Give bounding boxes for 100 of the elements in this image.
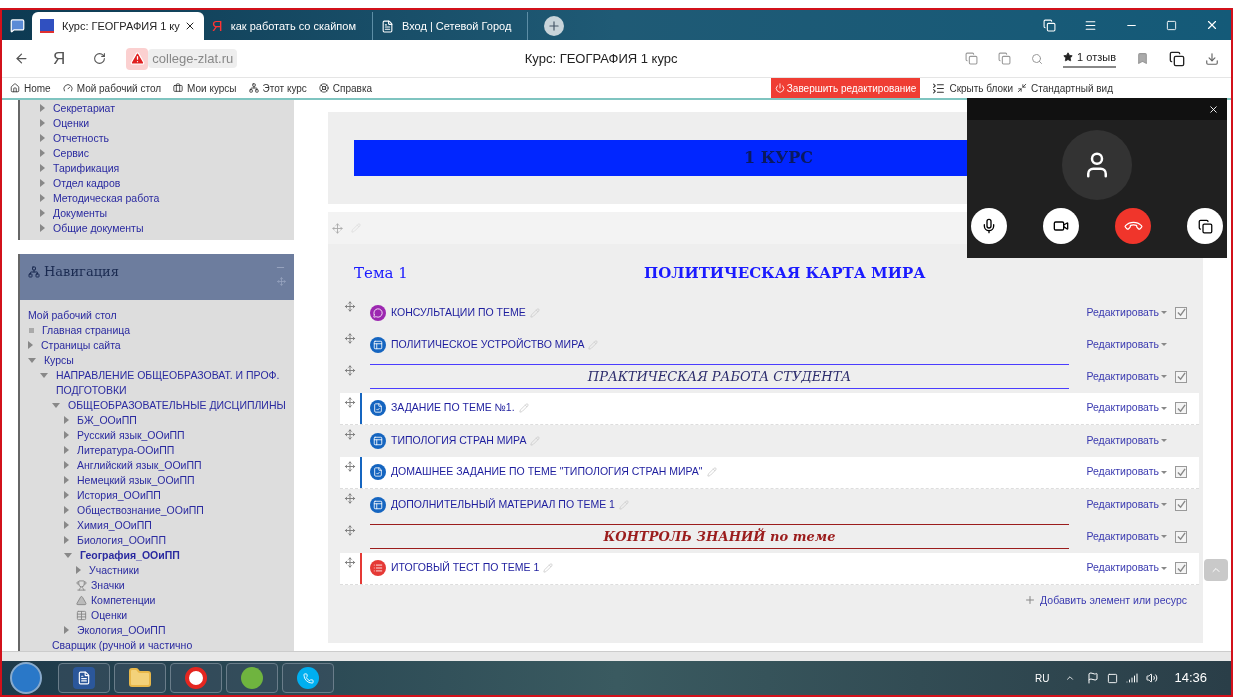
nav-tree-link[interactable]: НАПРАВЛЕНИЕ ОБЩЕОБРАЗОВАТ. И ПРОФ. ПОДГОТОВКИ: [56, 368, 286, 398]
activity-link[interactable]: ПОЛИТИЧЕСКОЕ УСТРОЙСТВО МИРА: [391, 336, 585, 353]
finish-editing-button[interactable]: Завершить редактирование: [770, 78, 921, 98]
signal-icon[interactable]: [1126, 672, 1139, 684]
nav-tree-link[interactable]: Сварщик (ручной и частично: [52, 638, 193, 651]
edit-menu[interactable]: Редактировать: [1086, 464, 1167, 480]
edit-menu[interactable]: Редактировать: [1086, 432, 1167, 449]
admin-link[interactable]: Общие документы: [53, 221, 144, 236]
flag-icon[interactable]: [1087, 672, 1100, 684]
activity-link[interactable]: ТИПОЛОГИЯ СТРАН МИРА: [391, 432, 527, 449]
completion-checkbox[interactable]: [1175, 306, 1187, 319]
edit-menu[interactable]: Редактировать: [1086, 528, 1167, 545]
nav-tree-link[interactable]: Участники: [89, 563, 140, 578]
edit-menu[interactable]: Редактировать: [1086, 496, 1167, 513]
new-tab-button[interactable]: [544, 16, 565, 36]
language-indicator[interactable]: RU: [1035, 670, 1050, 686]
menu-icon[interactable]: [1084, 18, 1097, 32]
camera-button[interactable]: [1043, 208, 1079, 244]
move-icon[interactable]: [332, 222, 343, 234]
torrent-app-icon[interactable]: [241, 667, 263, 689]
browser-app-icon[interactable]: [185, 667, 207, 689]
nav-tree-link[interactable]: БЖ_ООиПП: [77, 413, 137, 428]
standard-view-link[interactable]: Стандартный вид: [1017, 80, 1113, 96]
start-button[interactable]: [10, 662, 42, 694]
collapsed-caret-icon[interactable]: [64, 416, 69, 424]
activity-link[interactable]: ЗАДАНИЕ ПО ТЕМЕ №1.: [391, 400, 515, 416]
navbar-link[interactable]: Справка: [318, 80, 373, 96]
completion-checkbox[interactable]: [1175, 370, 1187, 383]
popout-button[interactable]: [1187, 208, 1223, 244]
nav-tree-link[interactable]: ОБЩЕОБРАЗОВАТЕЛЬНЫЕ ДИСЦИПЛИНЫ: [68, 398, 286, 413]
collapsed-caret-icon[interactable]: [64, 521, 69, 529]
completion-checkbox[interactable]: [1175, 562, 1187, 574]
collapsed-caret-icon[interactable]: [64, 446, 69, 454]
nav-tree-link[interactable]: Биология_ООиПП: [77, 533, 166, 548]
activity-link[interactable]: ИТОГОВЫЙ ТЕСТ ПО ТЕМЕ 1: [391, 560, 540, 576]
reviews-link[interactable]: 1 отзыв: [1063, 48, 1116, 69]
nav-tree-link[interactable]: История_ООиПП: [77, 488, 161, 503]
nav-tree-link[interactable]: Мой рабочий стол: [28, 308, 117, 323]
edit-menu[interactable]: Редактировать: [1086, 400, 1167, 416]
completion-checkbox[interactable]: [1175, 402, 1187, 414]
admin-link[interactable]: Отдел кадров: [53, 176, 121, 191]
expanded-caret-icon[interactable]: [52, 403, 60, 408]
nav-tree-link[interactable]: География_ООиПП: [80, 548, 180, 563]
home-button[interactable]: Я: [53, 45, 66, 72]
nav-tree-link[interactable]: Обществознание_ООиПП: [77, 503, 204, 518]
nav-tree-link[interactable]: Немецкий язык_ООиПП: [77, 473, 195, 488]
edit-menu[interactable]: Редактировать: [1086, 336, 1167, 353]
completion-checkbox[interactable]: [1175, 498, 1187, 511]
activity-link[interactable]: КОНСУЛЬТАЦИИ ПО ТЕМЕ: [391, 304, 526, 321]
navbar-link[interactable]: Home: [10, 80, 51, 96]
nav-tree-link[interactable]: Русский язык_ООиПП: [77, 428, 185, 443]
expanded-caret-icon[interactable]: [64, 553, 72, 558]
collapsed-caret-icon[interactable]: [64, 506, 69, 514]
navbar-link[interactable]: Мой рабочий стол: [62, 80, 162, 96]
microphone-button[interactable]: [971, 208, 1007, 244]
edit-menu[interactable]: Редактировать: [1086, 304, 1167, 321]
nav-tree-link[interactable]: Литература-ООиПП: [77, 443, 175, 458]
search-icon[interactable]: [1031, 52, 1044, 65]
collapsed-caret-icon[interactable]: [64, 626, 69, 634]
browser-tab[interactable]: Курс: ГЕОГРАФИЯ 1 ку: [32, 12, 204, 40]
navbar-link[interactable]: Этот курс: [248, 80, 307, 96]
tray-expand-icon[interactable]: [1065, 673, 1076, 683]
hide-blocks-link[interactable]: Скрыть блоки: [932, 80, 1014, 96]
folder-app-icon[interactable]: [128, 666, 152, 690]
admin-link[interactable]: Тарификация: [53, 161, 120, 176]
hang-up-button[interactable]: [1115, 208, 1151, 244]
nav-tree-link[interactable]: Компетенции: [91, 593, 156, 608]
nav-tree-link[interactable]: Курсы: [44, 353, 74, 368]
edit-menu[interactable]: Редактировать: [1086, 368, 1167, 385]
nav-tree-link[interactable]: Экология_ООиПП: [77, 623, 166, 638]
expanded-caret-icon[interactable]: [40, 373, 48, 378]
nav-tree-link[interactable]: Значки: [91, 578, 125, 593]
completion-checkbox[interactable]: [1175, 466, 1187, 478]
navbar-link[interactable]: Мои курсы: [173, 80, 237, 96]
activity-link[interactable]: ДОМАШНЕЕ ЗАДАНИЕ ПО ТЕМЕ "ТИПОЛОГИЯ СТРАН МИРА": [391, 464, 703, 480]
nav-tree-link[interactable]: Страницы сайта: [41, 338, 121, 353]
add-activity-link[interactable]: Добавить элемент или ресурс: [1024, 592, 1187, 609]
nav-tree-link[interactable]: Главная страница: [42, 323, 131, 338]
nav-tree-link[interactable]: Английский язык_ООиПП: [77, 458, 202, 473]
move-icon[interactable]: [277, 277, 286, 286]
collapsed-caret-icon[interactable]: [64, 461, 69, 469]
close-icon[interactable]: [1205, 18, 1219, 32]
admin-link[interactable]: Сервис: [53, 146, 89, 161]
word-app-icon[interactable]: [73, 667, 95, 689]
edit-menu[interactable]: Редактировать: [1086, 560, 1167, 576]
nav-tree-link[interactable]: Оценки: [91, 608, 128, 623]
clock[interactable]: 14:36: [1174, 668, 1207, 688]
expanded-caret-icon[interactable]: [28, 358, 36, 363]
collapsed-caret-icon[interactable]: [64, 536, 69, 544]
admin-link[interactable]: Отчетность: [53, 131, 109, 146]
admin-link[interactable]: Методическая работа: [53, 191, 160, 206]
skype-app-icon[interactable]: [297, 667, 319, 689]
collapsed-caret-icon[interactable]: [76, 566, 81, 574]
collapsed-caret-icon[interactable]: [28, 341, 33, 349]
close-icon[interactable]: [1208, 103, 1219, 115]
bookmark-icon[interactable]: [1136, 52, 1149, 65]
restore-icon[interactable]: [1166, 19, 1177, 31]
activity-link[interactable]: ДОПОЛНИТЕЛЬНЫЙ МАТЕРИАЛ ПО ТЕМЕ 1: [391, 496, 615, 513]
collapsed-caret-icon[interactable]: [64, 476, 69, 484]
admin-link[interactable]: Документы: [53, 206, 108, 221]
